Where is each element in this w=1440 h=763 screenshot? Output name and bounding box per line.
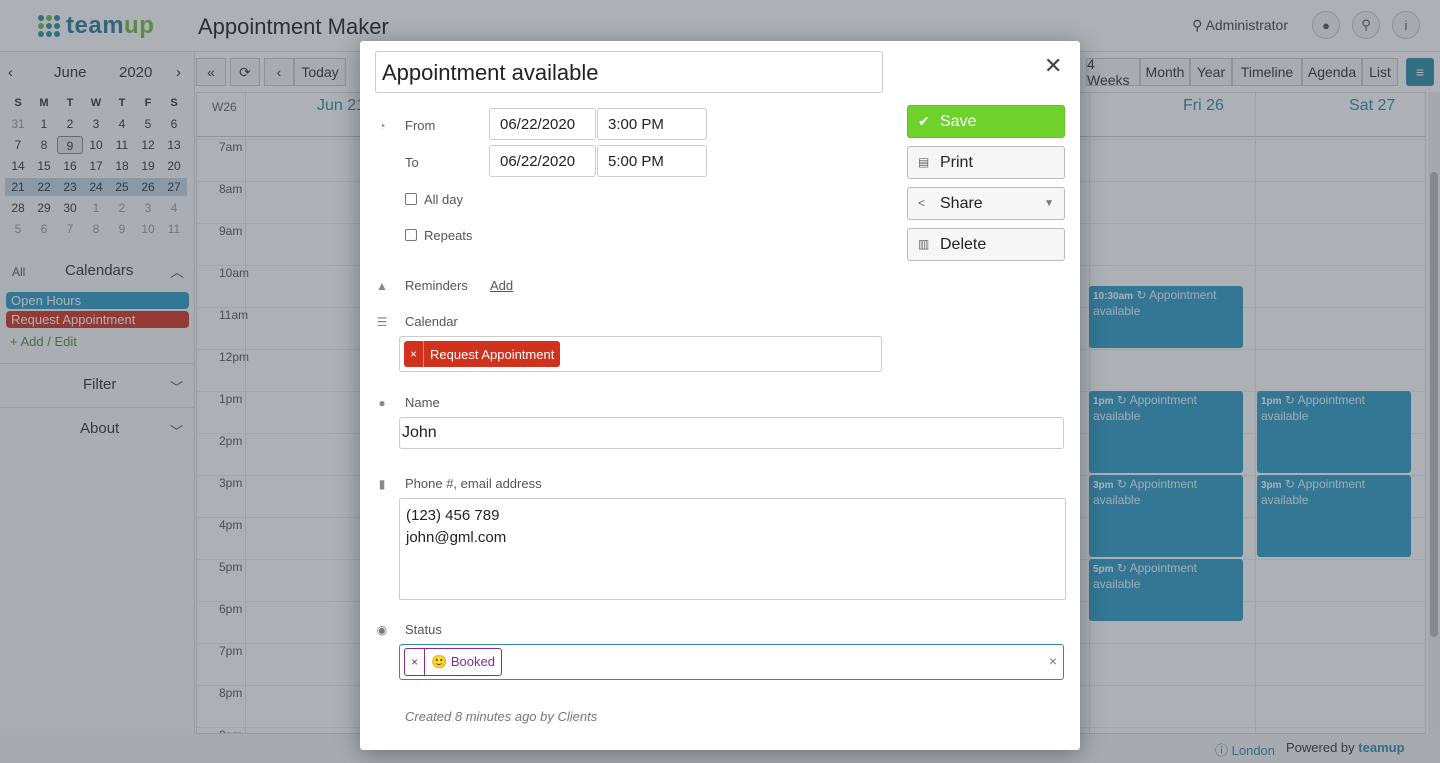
calendar-label: Calendar [405,314,458,329]
add-reminder-link[interactable]: Add [490,278,513,293]
repeats-label: Repeats [424,228,473,243]
status-tag: × 🙂 Booked [404,648,502,676]
share-button[interactable]: < Share ▼ [907,187,1065,220]
event-title-input[interactable]: Appointment available [375,51,883,93]
remove-status-icon[interactable]: × [405,649,426,675]
from-time-input[interactable]: 3:00 PM [597,108,707,140]
print-button[interactable]: ▤ Print [907,146,1065,179]
clear-icon[interactable]: × [1049,653,1057,669]
check-icon: ✔ [918,113,930,129]
created-info: Created 8 minutes ago by Clients [405,709,598,724]
to-time-input[interactable]: 5:00 PM [597,145,707,177]
from-label: From [405,118,436,133]
name-label: Name [405,395,440,410]
all-day-checkbox[interactable] [405,193,417,205]
close-icon[interactable]: ✕ [1044,53,1062,79]
share-icon: < [918,196,926,210]
caret-down-icon: ▼ [1044,198,1054,209]
printer-icon: ▤ [918,155,930,169]
delete-button[interactable]: ▥ Delete [907,228,1065,261]
calendar-tag-label: Request Appointment [430,346,555,362]
bell-icon: ▲ [376,279,388,293]
contact-label: Phone #, email address [405,476,542,491]
reminders-label: Reminders [405,278,468,293]
person-icon: ● [378,396,386,410]
event-editor-dialog: Appointment available ✕ ◔ From 06/22/202… [360,41,1080,750]
list-icon: ☰ [376,315,388,329]
from-date-input[interactable]: 06/22/2020 [489,108,596,140]
status-select[interactable]: × 🙂 Booked × [399,644,1064,680]
calendar-select[interactable]: × Request Appointment [399,336,882,372]
contact-textarea[interactable]: (123) 456 789 john@gml.com [399,498,1066,600]
radio-icon: ◉ [376,623,388,637]
to-date-input[interactable]: 06/22/2020 [489,145,596,177]
all-day-label: All day [424,192,464,207]
status-label: Status [405,622,442,637]
trash-icon: ▥ [918,237,930,251]
repeats-checkbox[interactable] [405,229,417,241]
document-icon: ▮ [378,477,386,491]
calendar-tag: × Request Appointment [404,341,561,367]
status-tag-label: 🙂 Booked [431,654,495,669]
contact-phone: (123) 456 789 [406,507,500,524]
to-label: To [405,155,419,170]
save-button[interactable]: ✔ Save [907,105,1065,138]
remove-tag-icon[interactable]: × [404,341,425,367]
smiley-icon: 🙂 [431,654,448,669]
clock-icon: ◔ [378,119,386,133]
name-input[interactable]: John [399,417,1064,449]
contact-email: john@gml.com [406,529,507,546]
